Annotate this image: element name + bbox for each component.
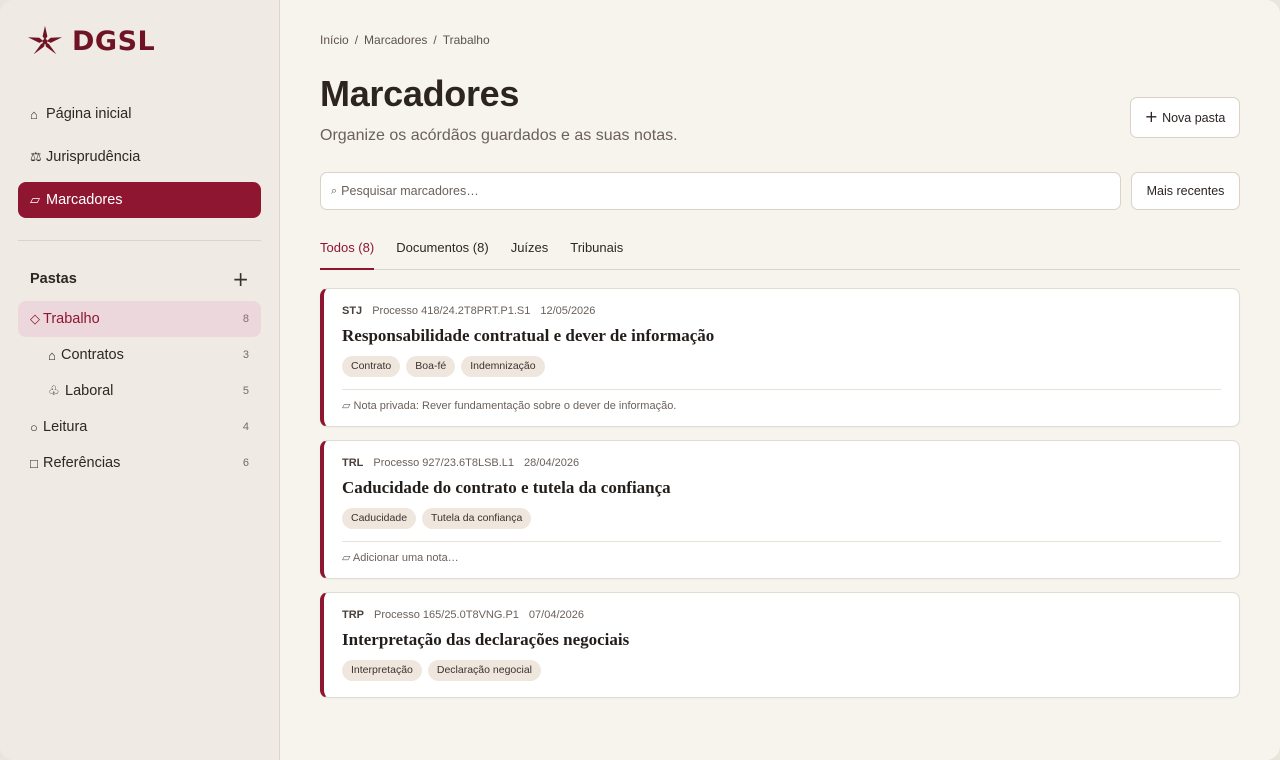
tab-judges[interactable]: Juízes <box>511 237 549 270</box>
decision-date: 07/04/2026 <box>528 609 584 621</box>
page-subtitle: Organize os acórdãos guardados e as suas… <box>320 127 678 144</box>
nav-item-label: Marcadores <box>46 192 123 208</box>
tag[interactable]: Interpretação <box>342 660 422 681</box>
title-row: Marcadores Organize os acórdãos guardado… <box>320 73 1240 145</box>
circle-icon: ○ <box>30 419 38 435</box>
process-number: Processo 165/25.0T8VNG.P1 <box>374 609 519 621</box>
card-title[interactable]: Interpretação das declarações negociais <box>342 630 1221 650</box>
add-folder-button[interactable]: + <box>232 269 249 289</box>
folder-item-contratos[interactable]: ⌂ Contratos 3 <box>18 337 261 373</box>
folder-item-trabalho[interactable]: ◇ Trabalho 8 <box>18 301 261 337</box>
card-title[interactable]: Responsabilidade contratual e dever de i… <box>342 326 1221 346</box>
tag[interactable]: Caducidade <box>342 508 417 529</box>
bookmark-list: STJ Processo 418/24.2T8PRT.P1.S1 12/05/2… <box>320 288 1240 698</box>
folder-item-referencias[interactable]: □ Referências 6 <box>18 445 261 481</box>
card-meta: TRP Processo 165/25.0T8VNG.P1 07/04/2026 <box>342 609 1221 621</box>
folders-header: Pastas + <box>18 267 261 291</box>
add-note-link[interactable]: ▱ Adicionar uma nota… <box>342 541 1221 578</box>
sort-button[interactable]: Mais recentes <box>1131 172 1240 210</box>
tab-courts[interactable]: Tribunais <box>570 237 623 270</box>
club-icon: ♧ <box>48 383 60 398</box>
bookmark-card[interactable]: TRP Processo 165/25.0T8VNG.P1 07/04/2026… <box>320 592 1240 698</box>
app-window: DGSL ⌂ Página inicial ⚖ Jurisprudência ▱… <box>0 0 1280 760</box>
tag[interactable]: Contrato <box>342 356 401 377</box>
private-note[interactable]: ▱ Nota privada: Rever fundamentação sobr… <box>342 389 1221 426</box>
folder-item-leitura[interactable]: ○ Leitura 4 <box>18 409 261 445</box>
tab-documents[interactable]: Documentos (8) <box>396 237 488 270</box>
search-row: ⌕ Mais recentes <box>320 172 1240 210</box>
new-folder-button[interactable]: + Nova pasta <box>1130 97 1240 138</box>
folder-label: Contratos <box>61 347 124 363</box>
breadcrumb-current[interactable]: Trabalho <box>443 33 490 47</box>
breadcrumb-separator: / <box>354 33 359 47</box>
folder-label: Laboral <box>65 383 114 399</box>
folders-title: Pastas <box>30 271 77 287</box>
breadcrumb-separator: / <box>433 33 437 47</box>
scales-icon: ⚖ <box>30 149 42 164</box>
folder-label: Referências <box>43 455 121 471</box>
bookmark-card[interactable]: TRL Processo 927/23.6T8LSB.L1 28/04/2026… <box>320 440 1240 579</box>
decision-date: 12/05/2026 <box>540 305 596 317</box>
process-number: Processo 418/24.2T8PRT.P1.S1 <box>372 305 531 317</box>
sidebar-divider <box>18 240 261 241</box>
folder-item-laboral[interactable]: ♧ Laboral 5 <box>18 373 261 409</box>
card-title[interactable]: Caducidade do contrato e tutela da confi… <box>342 478 1221 498</box>
breadcrumb: Início / Marcadores / Trabalho <box>320 33 1240 47</box>
bookmark-card[interactable]: STJ Processo 418/24.2T8PRT.P1.S1 12/05/2… <box>320 288 1240 427</box>
court-code: STJ <box>342 305 363 317</box>
tag-list: Caducidade Tutela da confiança <box>342 508 1221 529</box>
folder-count: 6 <box>242 457 249 469</box>
process-number: Processo 927/23.6T8LSB.L1 <box>373 457 515 469</box>
square-icon: □ <box>30 455 38 471</box>
main-content: Início / Marcadores / Trabalho Marcadore… <box>280 0 1280 760</box>
folder-list: ◇ Trabalho 8 ⌂ Contratos 3 ♧ Laboral 5 ○ Lei… <box>18 301 261 481</box>
court-code: TRP <box>342 609 364 621</box>
brand-name: DGSL <box>72 25 156 57</box>
dgsl-emblem-icon <box>28 25 62 55</box>
house-icon: ⌂ <box>48 347 56 363</box>
tag-list: Interpretação Declaração negocial <box>342 660 1221 681</box>
folder-count: 5 <box>242 385 249 397</box>
nav-item-jurisprudence[interactable]: ⚖ Jurisprudência <box>18 139 261 175</box>
plus-icon: + <box>1144 107 1159 126</box>
tag[interactable]: Tutela da confiança <box>422 508 532 529</box>
breadcrumb-home[interactable]: Início <box>320 33 349 47</box>
tag-list: Contrato Boa-fé Indemnização <box>342 356 1221 377</box>
nav-item-label: Página inicial <box>46 106 132 122</box>
home-icon: ⌂ <box>30 106 38 122</box>
card-meta: TRL Processo 927/23.6T8LSB.L1 28/04/2026 <box>342 457 1221 469</box>
sidebar: DGSL ⌂ Página inicial ⚖ Jurisprudência ▱… <box>0 0 280 760</box>
card-meta: STJ Processo 418/24.2T8PRT.P1.S1 12/05/2… <box>342 305 1221 317</box>
nav-item-home[interactable]: ⌂ Página inicial <box>18 96 261 132</box>
tag[interactable]: Indemnização <box>461 356 545 377</box>
search-icon: ⌕ <box>331 184 338 197</box>
new-folder-label: Nova pasta <box>1162 110 1226 125</box>
court-code: TRL <box>342 457 364 469</box>
breadcrumb-bookmarks[interactable]: Marcadores <box>364 33 427 47</box>
search-box[interactable]: ⌕ <box>320 172 1121 210</box>
tab-all[interactable]: Todos (8) <box>320 237 375 270</box>
search-input[interactable] <box>341 184 1110 198</box>
folder-count: 8 <box>242 313 249 325</box>
nav-item-label: Jurisprudência <box>46 149 141 165</box>
folder-label: Trabalho <box>43 311 100 327</box>
tag[interactable]: Declaração negocial <box>427 660 542 681</box>
nav-item-bookmarks[interactable]: ▱ Marcadores <box>18 182 261 218</box>
diamond-icon: ◇ <box>30 311 40 326</box>
decision-date: 28/04/2026 <box>524 457 580 469</box>
folder-label: Leitura <box>43 419 88 435</box>
folder-count: 3 <box>242 349 249 361</box>
page-title: Marcadores <box>320 73 520 114</box>
tag[interactable]: Boa-fé <box>406 356 456 377</box>
folder-count: 4 <box>242 421 249 433</box>
main-nav: ⌂ Página inicial ⚖ Jurisprudência ▱ Marc… <box>18 96 261 218</box>
filter-tabs: Todos (8) Documentos (8) Juízes Tribunai… <box>320 237 1240 270</box>
bookmark-icon: ▱ <box>30 192 40 207</box>
brand-logo[interactable]: DGSL <box>26 25 261 57</box>
